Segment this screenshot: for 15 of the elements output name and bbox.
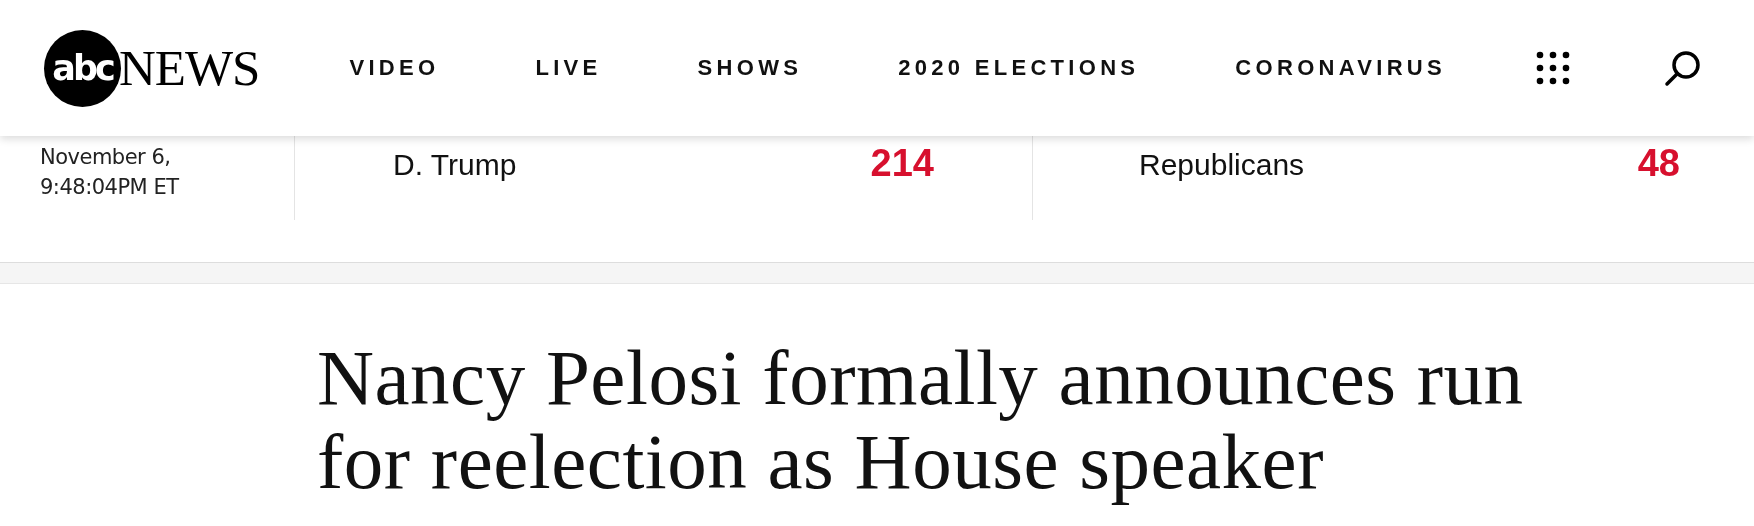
nav-link[interactable]: 2020 ELECTIONS bbox=[898, 55, 1140, 81]
grid-menu-icon[interactable] bbox=[1536, 51, 1571, 85]
result-count: 214 bbox=[870, 142, 934, 185]
nav-link[interactable]: SHOWS bbox=[697, 55, 803, 81]
logo-mark[interactable]: abc bbox=[44, 29, 121, 107]
nav-link[interactable]: LIVE bbox=[535, 55, 602, 81]
result-name: D. Trump bbox=[393, 148, 517, 182]
result-name: Republicans bbox=[1139, 148, 1305, 182]
article-headline: Nancy Pelosi formally announces run for reelection as House speaker bbox=[317, 336, 1525, 504]
search-icon[interactable] bbox=[1664, 49, 1703, 87]
nav-link[interactable]: VIDEO bbox=[349, 55, 440, 81]
result-count: 48 bbox=[1637, 142, 1680, 185]
nav-link[interactable]: CORONAVIRUS bbox=[1235, 55, 1447, 81]
update-timestamp: November 6, 9:48:04PM ET bbox=[40, 144, 180, 201]
logo-text[interactable]: NEWS bbox=[119, 39, 260, 97]
